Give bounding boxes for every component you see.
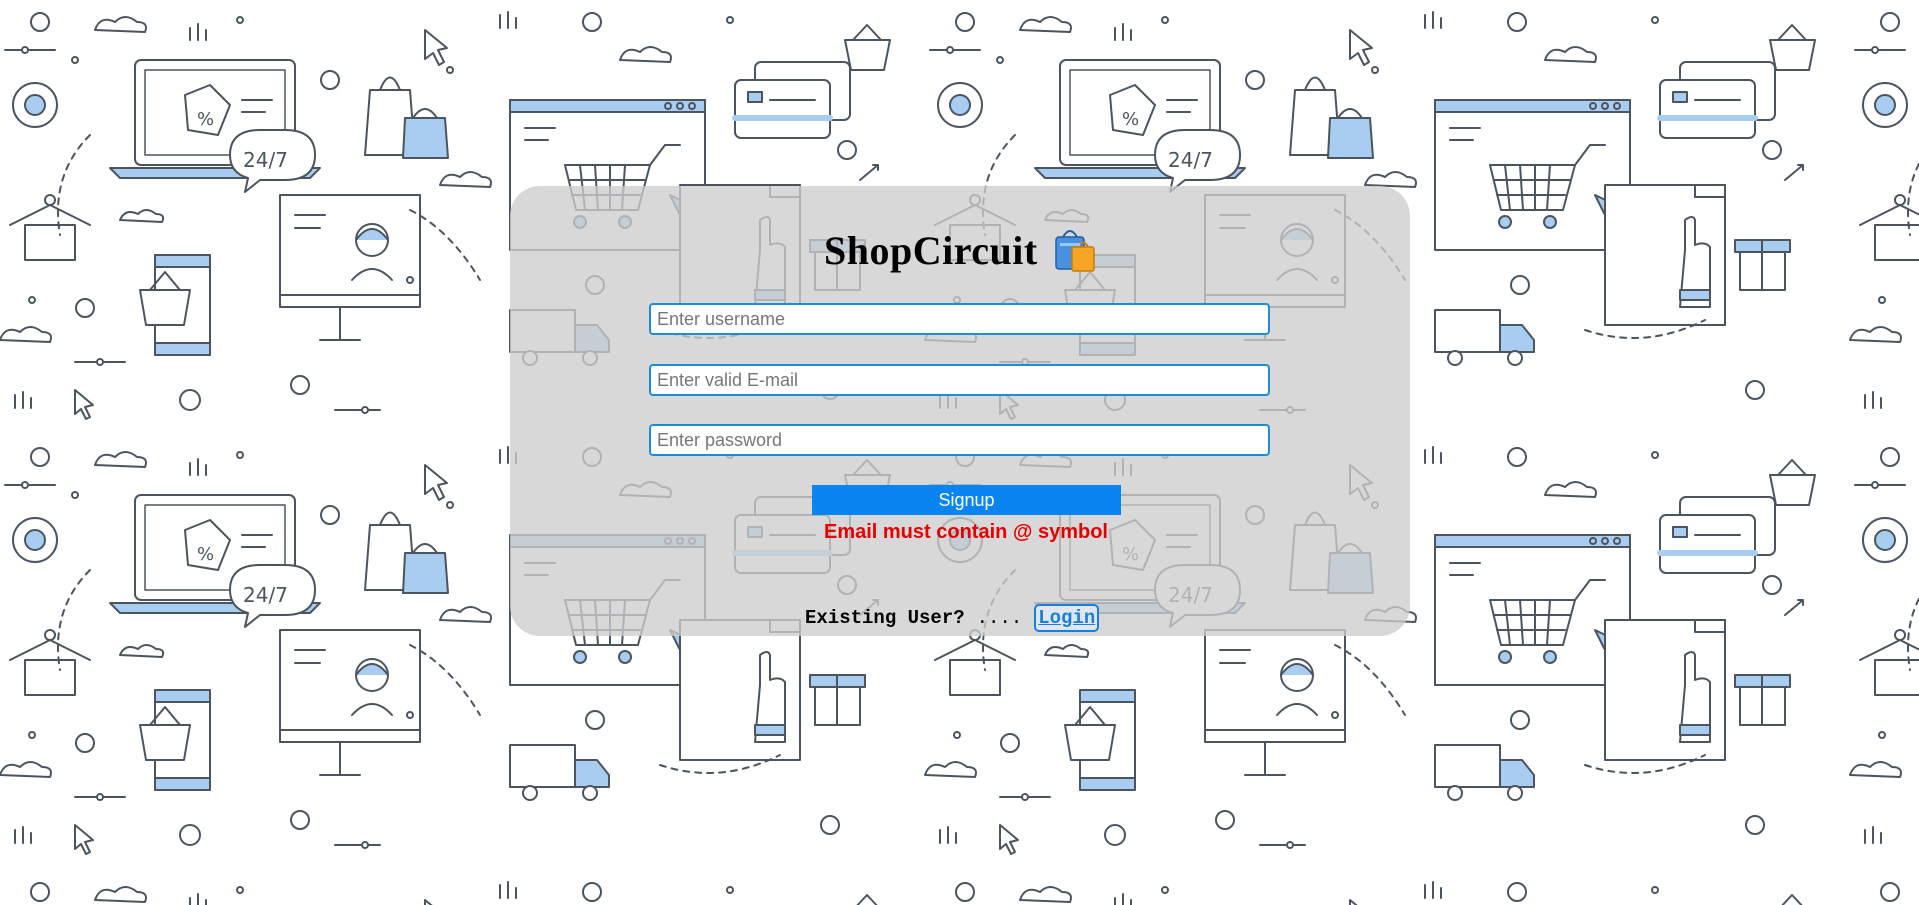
email-error-message: Email must contain @ symbol	[823, 521, 1108, 543]
existing-user-row: Existing User? .... Login	[805, 604, 1100, 632]
signup-button[interactable]: Signup	[812, 485, 1121, 515]
existing-user-label: Existing User?	[805, 607, 965, 629]
brand-header: ShopCircuit	[824, 222, 1098, 278]
login-button[interactable]: Login	[1034, 604, 1100, 632]
email-input[interactable]	[649, 364, 1270, 396]
shopping-bag-icon	[1054, 230, 1095, 272]
username-input[interactable]	[649, 303, 1270, 335]
password-input[interactable]	[649, 424, 1270, 456]
app-title: ShopCircuit	[824, 227, 1038, 273]
separator-dots: ....	[976, 607, 1023, 629]
